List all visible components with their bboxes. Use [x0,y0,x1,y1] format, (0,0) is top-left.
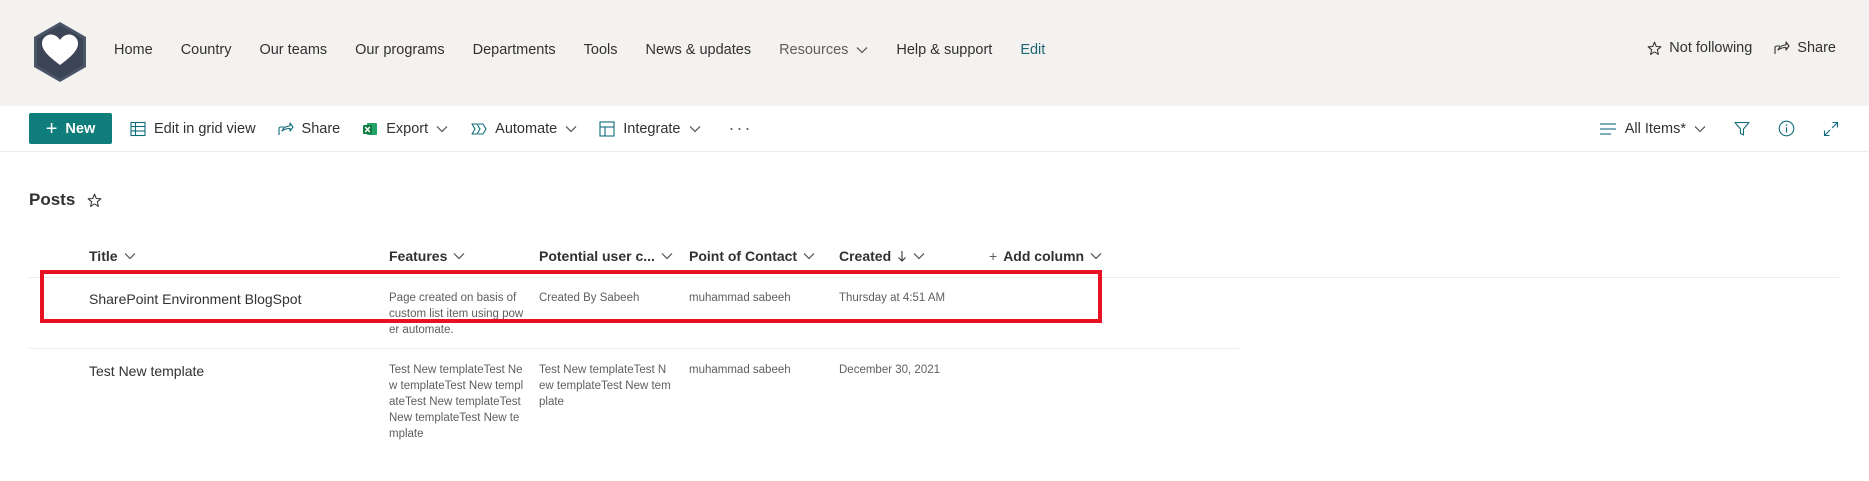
row2-features: Test New templateTest New templateTest N… [389,364,524,440]
site-actions: Not following Share [1625,40,1836,56]
info-icon [1778,120,1795,137]
column-header-features[interactable]: Features [389,248,465,264]
nav-our-teams[interactable]: Our teams [259,42,327,58]
nav-country-label: Country [180,42,232,58]
row2-point-of-contact[interactable]: muhammad sabeeh [689,362,791,378]
column-contact-label: Point of Contact [689,248,798,264]
nav-home[interactable]: Home [114,42,153,58]
row2-potential-user: Test New templateTest New templateTest N… [539,364,671,408]
row2-created: December 30, 2021 [839,364,941,376]
more-options-ellipsis: ··· [728,118,753,138]
info-button[interactable] [1778,120,1795,137]
command-right-items: All Items* [1572,106,1839,151]
command-items: Edit in grid view Share Export Automate … [130,106,774,151]
list-title-text: Posts [29,190,76,209]
favorite-star-icon[interactable] [87,193,102,208]
filter-icon [1734,121,1750,136]
share-icon [277,121,294,135]
chevron-down-icon [856,47,868,54]
nav-departments-label: Departments [472,42,556,58]
nav-home-label: Home [114,42,153,58]
view-selector[interactable]: All Items* [1599,120,1706,137]
chevron-down-icon [913,253,925,260]
site-share-button[interactable]: Share [1774,40,1836,56]
nav-resources[interactable]: Resources [779,42,868,58]
nav-tools[interactable]: Tools [584,42,618,58]
nav-help-support-label: Help & support [896,42,993,58]
integrate-icon [599,120,615,137]
chevron-down-icon [661,253,673,260]
excel-icon [363,122,378,135]
share-icon [1774,41,1790,54]
new-item-label: New [65,120,96,137]
site-header: Home Country Our teams Our programs Depa… [0,0,1869,106]
automate-button[interactable]: Automate [470,121,577,137]
star-icon [1647,41,1662,55]
list-title: Posts [29,190,102,210]
nav-our-programs[interactable]: Our programs [355,42,444,58]
column-features-label: Features [389,248,448,264]
chevron-down-icon [124,253,135,260]
chevron-down-icon [1090,253,1102,260]
row2-title-link[interactable]: Test New template [89,363,204,379]
plus-icon: + [45,117,58,140]
column-header-title[interactable]: Title [89,248,136,264]
nav-edit-label: Edit [1020,42,1046,58]
nav-help-support[interactable]: Help & support [896,42,992,58]
share-button[interactable]: Share [277,120,341,137]
chevron-down-icon [1694,125,1706,132]
column-header-created[interactable]: Created [839,248,925,264]
nav-edit-link[interactable]: Edit [1020,42,1045,58]
nav-our-teams-label: Our teams [259,42,328,58]
row-divider [29,348,1239,349]
not-following-label: Not following [1669,40,1753,56]
export-button[interactable]: Export [362,121,448,137]
row-highlight-box [40,270,1102,323]
chevron-down-icon [565,125,577,132]
column-potential-label: Potential user c... [539,248,655,264]
filter-button[interactable] [1734,121,1750,137]
nav-tools-label: Tools [583,42,618,58]
expand-button[interactable] [1823,121,1839,137]
nav-news-updates[interactable]: News & updates [645,42,751,58]
column-created-label: Created [839,248,892,264]
site-share-label: Share [1797,40,1836,56]
view-name-label: All Items* [1624,120,1686,137]
column-header-point-of-contact[interactable]: Point of Contact [689,248,815,264]
chevron-down-icon [803,253,815,260]
edit-grid-view-button[interactable]: Edit in grid view [130,121,256,137]
integrate-label: Integrate [623,120,681,137]
site-navigation: Home Country Our teams Our programs Depa… [114,42,1073,58]
nav-country[interactable]: Country [181,42,232,58]
sort-descending-arrow-icon [898,251,907,262]
new-item-button[interactable]: + New [29,113,112,144]
expand-icon [1823,121,1839,136]
automate-flow-icon [471,122,487,135]
list-lines-icon [1599,122,1616,135]
not-following-button[interactable]: Not following [1647,40,1752,56]
nav-departments[interactable]: Departments [473,42,556,58]
chevron-down-icon [689,125,700,132]
chevron-down-icon [453,253,465,260]
add-column-label: Add column [1003,248,1085,264]
add-column-button[interactable]: + Add column [989,248,1102,264]
nav-our-programs-label: Our programs [355,42,445,58]
site-logo-heart-icon[interactable] [28,20,92,84]
automate-label: Automate [495,120,558,137]
chevron-down-icon [436,125,448,132]
column-title-label: Title [89,248,118,264]
share-label: Share [301,120,341,137]
more-options-button[interactable]: ··· [729,118,753,139]
nav-news-updates-label: News & updates [645,42,752,58]
column-header-potential-user[interactable]: Potential user c... [539,248,673,264]
edit-grid-view-label: Edit in grid view [154,120,256,137]
plus-icon: + [989,248,998,264]
grid-icon [130,121,146,136]
command-bar: + New Edit in grid view Share Export Aut… [0,106,1869,152]
integrate-button[interactable]: Integrate [599,121,700,137]
export-label: Export [386,120,429,137]
nav-resources-label: Resources [779,42,849,58]
